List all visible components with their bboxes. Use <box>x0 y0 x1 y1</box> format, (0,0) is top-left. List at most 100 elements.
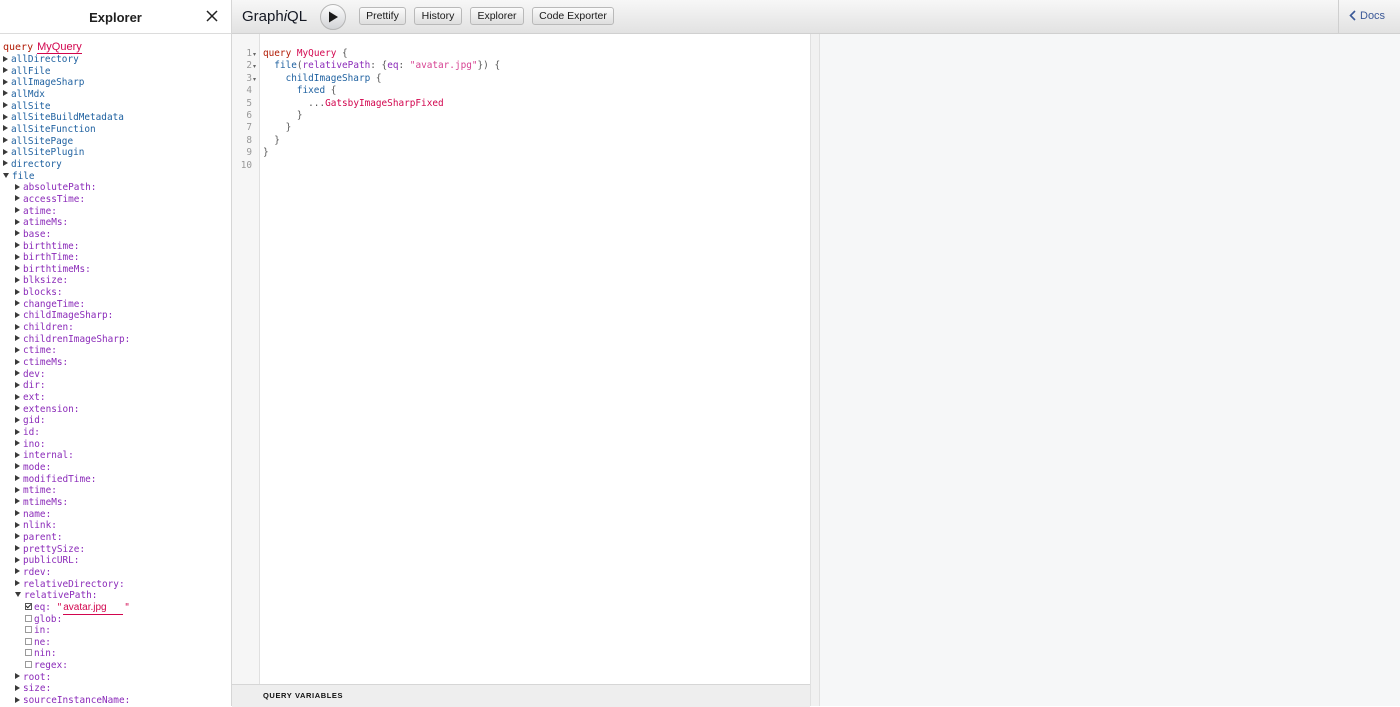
fold-icon[interactable]: ▾ <box>253 51 256 58</box>
prettify-button[interactable]: Prettify <box>359 7 406 25</box>
execute-query-button[interactable] <box>320 4 346 30</box>
explorer-arg-relativepath[interactable]: relativePath: <box>0 590 231 602</box>
explorer-arg-childimagesharp[interactable]: childImageSharp: <box>0 310 231 322</box>
explorer-arg-name[interactable]: name: <box>0 509 231 521</box>
history-button[interactable]: History <box>414 7 462 25</box>
fold-icon[interactable]: ▾ <box>253 76 256 83</box>
caret-right-icon <box>15 265 20 272</box>
explorer-op-eq[interactable]: eq: "avatar.jpg " <box>0 602 231 615</box>
explorer-arg-modifiedtime[interactable]: modifiedTime: <box>0 474 231 486</box>
explorer-arg-size[interactable]: size: <box>0 683 231 695</box>
caret-right-icon <box>15 463 20 470</box>
field-label: childrenImageSharp: <box>23 333 131 345</box>
explorer-arg-id[interactable]: id: <box>0 427 231 439</box>
field-label: parent: <box>23 531 63 543</box>
explorer-arg-ctime[interactable]: ctime: <box>0 345 231 357</box>
explorer-field-allsitebuildmetadata[interactable]: allSiteBuildMetadata <box>0 112 231 124</box>
field-label: gid: <box>23 415 46 427</box>
explorer-field-allsitefunction[interactable]: allSiteFunction <box>0 124 231 136</box>
app-title: GraphiQL <box>242 8 307 25</box>
caret-right-icon <box>3 90 8 97</box>
explorer-field-allfile[interactable]: allFile <box>0 66 231 78</box>
field-label: ctimeMs: <box>23 357 69 369</box>
explorer-arg-internal[interactable]: internal: <box>0 450 231 462</box>
explorer-arg-ext[interactable]: ext: <box>0 392 231 404</box>
explorer-arg-ctimems[interactable]: ctimeMs: <box>0 357 231 369</box>
explorer-op-in[interactable]: in: <box>0 625 231 637</box>
operation-header: query MyQuery <box>0 40 231 54</box>
checkbox[interactable] <box>25 649 32 657</box>
explorer-arg-nlink[interactable]: nlink: <box>0 520 231 532</box>
explorer-arg-absolutepath[interactable]: absolutePath: <box>0 182 231 194</box>
explorer-arg-gid[interactable]: gid: <box>0 415 231 427</box>
explorer-arg-ino[interactable]: ino: <box>0 439 231 451</box>
code-token: : <box>398 60 410 72</box>
explorer-arg-extension[interactable]: extension: <box>0 404 231 416</box>
line-number: 9 <box>246 147 252 159</box>
explorer-arg-atimems[interactable]: atimeMs: <box>0 217 231 229</box>
operation-name-input[interactable]: MyQuery <box>37 41 82 54</box>
caret-right-icon <box>15 498 20 505</box>
explorer-arg-publicurl[interactable]: publicURL: <box>0 555 231 567</box>
explorer-field-allsiteplugin[interactable]: allSitePlugin <box>0 147 231 159</box>
field-label: allSiteFunction <box>11 123 96 135</box>
chevron-left-icon <box>1349 10 1356 21</box>
explorer-op-glob[interactable]: glob: <box>0 614 231 626</box>
fold-icon[interactable]: ▾ <box>253 63 256 70</box>
explorer-arg-birthtime[interactable]: birthtime: <box>0 241 231 253</box>
explorer-toggle-button[interactable]: Explorer <box>470 7 524 25</box>
caret-right-icon <box>15 195 20 202</box>
explorer-field-allimagesharp[interactable]: allImageSharp <box>0 77 231 89</box>
explorer-arg-dir[interactable]: dir: <box>0 380 231 392</box>
explorer-arg-mode[interactable]: mode: <box>0 462 231 474</box>
explorer-arg-mtime[interactable]: mtime: <box>0 485 231 497</box>
caret-right-icon <box>15 346 20 353</box>
checkbox[interactable] <box>25 626 32 634</box>
explorer-arg-mtimems[interactable]: mtimeMs: <box>0 497 231 509</box>
explorer-arg-children[interactable]: children: <box>0 322 231 334</box>
explorer-op-nin[interactable]: nin: <box>0 648 231 660</box>
code-token: file <box>274 60 297 72</box>
query-variables-bar[interactable]: QUERY VARIABLES <box>232 684 810 707</box>
explorer-arg-changetime[interactable]: changeTime: <box>0 299 231 311</box>
explorer-op-regex[interactable]: regex: <box>0 660 231 672</box>
caret-right-icon <box>3 67 8 74</box>
explorer-arg-root[interactable]: root: <box>0 672 231 684</box>
explorer-arg-blocks[interactable]: blocks: <box>0 287 231 299</box>
checkbox[interactable] <box>25 602 32 610</box>
explorer-field-allmdx[interactable]: allMdx <box>0 89 231 101</box>
explorer-arg-rdev[interactable]: rdev: <box>0 567 231 579</box>
code-token: query <box>263 48 292 59</box>
explorer-arg-accesstime[interactable]: accessTime: <box>0 194 231 206</box>
explorer-arg-sourceinstancename[interactable]: sourceInstanceName: <box>0 695 231 706</box>
code-token: relativePath <box>302 60 371 72</box>
checkbox[interactable] <box>25 614 32 622</box>
explorer-arg-parent[interactable]: parent: <box>0 532 231 544</box>
explorer-arg-blksize[interactable]: blksize: <box>0 275 231 287</box>
explorer-arg-childrenimagesharp[interactable]: childrenImageSharp: <box>0 334 231 346</box>
explorer-field-allsitepage[interactable]: allSitePage <box>0 136 231 148</box>
code-exporter-button[interactable]: Code Exporter <box>532 7 614 25</box>
query-editor[interactable]: query MyQuery { file(relativePath: {eq: … <box>260 34 810 684</box>
close-icon[interactable] <box>203 7 221 25</box>
explorer-field-allsite[interactable]: allSite <box>0 101 231 113</box>
explorer-field-alldirectory[interactable]: allDirectory <box>0 54 231 66</box>
explorer-arg-base[interactable]: base: <box>0 229 231 241</box>
explorer-arg-birthtimems[interactable]: birthtimeMs: <box>0 264 231 276</box>
explorer-arg-relativedirectory[interactable]: relativeDirectory: <box>0 579 231 591</box>
explorer-arg-atime[interactable]: atime: <box>0 206 231 218</box>
explorer-arg-prettysize[interactable]: prettySize: <box>0 544 231 556</box>
checkbox[interactable] <box>25 661 32 669</box>
explorer-arg-dev[interactable]: dev: <box>0 369 231 381</box>
explorer-panel: Explorer query MyQuery allDirectory allFil… <box>0 0 232 706</box>
explorer-arg-birthtime[interactable]: birthTime: <box>0 252 231 264</box>
pane-divider[interactable] <box>810 34 820 706</box>
docs-button[interactable]: Docs <box>1349 10 1385 22</box>
code-line: ...GatsbyImageSharpFixed <box>263 98 443 109</box>
explorer-op-ne[interactable]: ne: <box>0 637 231 649</box>
explorer-field-directory[interactable]: directory <box>0 159 231 171</box>
explorer-field-file[interactable]: file <box>0 171 231 183</box>
checkbox[interactable] <box>25 637 32 645</box>
